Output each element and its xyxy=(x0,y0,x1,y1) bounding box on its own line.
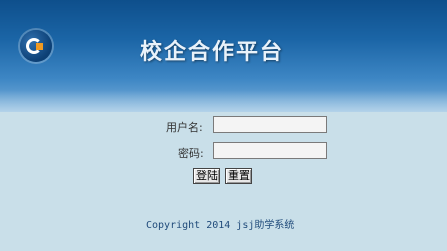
password-input[interactable] xyxy=(213,142,327,159)
username-input[interactable] xyxy=(213,116,327,133)
username-label: 用户名: xyxy=(166,121,203,134)
copyright-text: Copyright 2014 jsj助学系统 xyxy=(146,220,295,231)
password-label: 密码: xyxy=(178,147,204,160)
login-button[interactable]: 登陆 xyxy=(193,168,220,184)
header-banner: 校企合作平台 xyxy=(0,0,447,112)
logo-icon xyxy=(20,30,52,62)
reset-button[interactable]: 重置 xyxy=(225,168,252,184)
page-title: 校企合作平台 xyxy=(140,39,285,65)
